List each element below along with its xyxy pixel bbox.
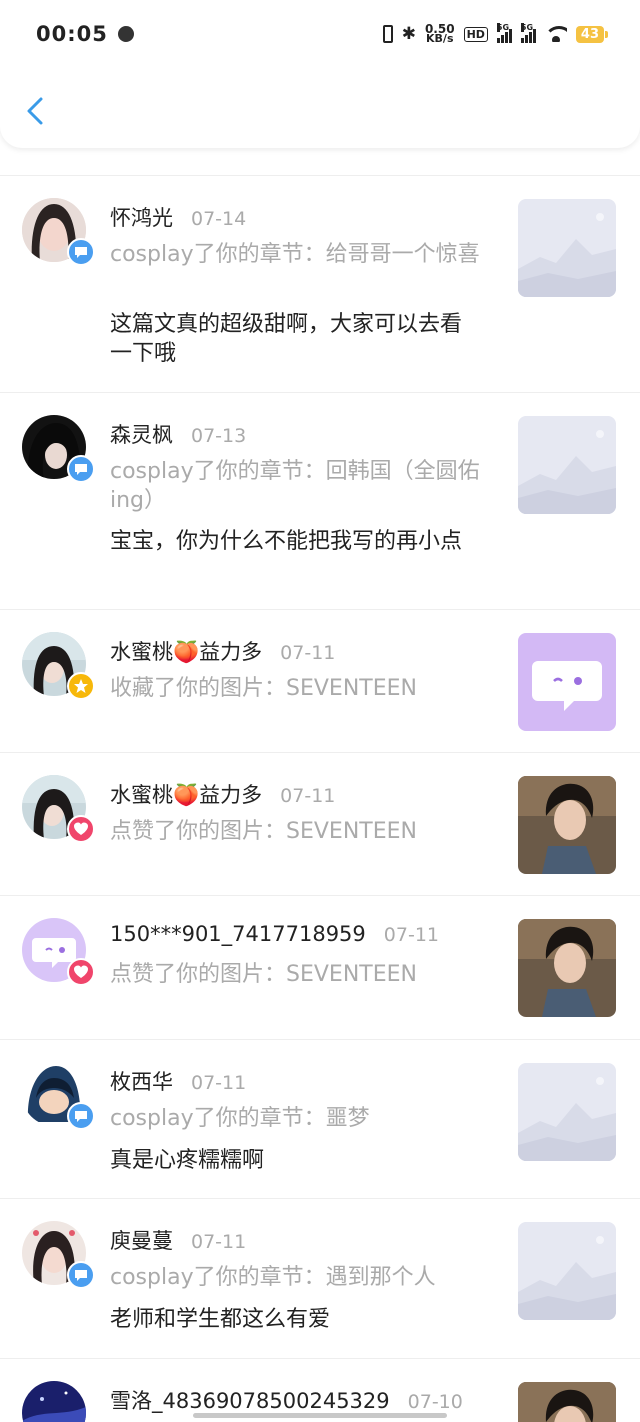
date: 07-10 — [407, 1391, 463, 1413]
home-indicator[interactable] — [193, 1413, 447, 1418]
comment-text: 宝宝，你为什么不能把我写的再小点 — [110, 529, 463, 554]
comment-icon — [67, 238, 95, 266]
user-name[interactable]: 枚西华 — [110, 1066, 173, 1096]
action-text: 点赞了你的图片：SEVENTEEN — [110, 819, 417, 844]
status-bar: 00:05 ✱ 0.50 KB/s HD 5G 5G 43 — [0, 0, 640, 68]
net-speed: 0.50 KB/s — [425, 23, 455, 45]
placeholder-image[interactable] — [518, 1222, 616, 1320]
user-name[interactable]: 雪洛_48369078500245329 — [110, 1385, 390, 1415]
list-item[interactable]: 水蜜桃🍑益力多 07-11 收藏了你的图片：SEVENTEEN — [0, 610, 640, 753]
date: 07-14 — [191, 208, 247, 230]
placeholder-image[interactable] — [518, 416, 616, 514]
signal-label: 5G — [496, 23, 510, 32]
placeholder-image[interactable] — [518, 199, 616, 297]
user-name[interactable]: 怀鸿光 — [110, 202, 173, 232]
comment-icon — [67, 455, 95, 483]
wifi-icon — [544, 26, 567, 42]
purple-chat-logo[interactable] — [518, 633, 616, 731]
star-icon — [67, 672, 95, 700]
net-speed-unit: KB/s — [426, 32, 454, 45]
comment-text: 这篇文真的超级甜啊，大家可以去看一下哦 — [110, 312, 463, 366]
battery-icon: 43 — [575, 25, 609, 43]
signal-icon: 5G — [496, 23, 512, 43]
user-name[interactable]: 庾曼蔓 — [110, 1225, 173, 1255]
list-item[interactable]: 枚西华 07-11 cosplay了你的章节：噩梦 真是心疼糯糯啊 — [0, 1040, 640, 1199]
action-text: cosplay了你的章节：噩梦 — [110, 1106, 370, 1131]
action-text: cosplay了你的章节：给哥哥一个惊喜 — [110, 242, 480, 267]
user-name[interactable]: 水蜜桃🍑益力多 — [110, 779, 262, 809]
list-item[interactable]: 150***901_7417718959 07-11 点赞了你的图片：SEVEN… — [0, 896, 640, 1040]
comment-icon — [67, 1261, 95, 1289]
list-item[interactable]: 庾曼蔓 07-11 cosplay了你的章节：遇到那个人 老师和学生都这么有爱 — [0, 1199, 640, 1359]
hd-icon: HD — [463, 26, 488, 42]
globe-icon — [117, 26, 134, 42]
heart-icon — [67, 958, 95, 986]
person-photo[interactable] — [518, 1382, 616, 1422]
comment-text: 真是心疼糯糯啊 — [110, 1148, 265, 1173]
list-item[interactable]: 怀鸿光 07-14 cosplay了你的章节：给哥哥一个惊喜 这篇文真的超级甜啊… — [0, 176, 640, 393]
heart-icon — [67, 815, 95, 843]
partial-list-item[interactable] — [0, 148, 640, 176]
action-text: 收藏了你的图片：SEVENTEEN — [110, 676, 417, 701]
date: 07-11 — [191, 1072, 247, 1094]
vibrate-icon — [382, 25, 393, 43]
user-name[interactable]: 水蜜桃🍑益力多 — [110, 636, 262, 666]
list-item[interactable]: 水蜜桃🍑益力多 07-11 点赞了你的图片：SEVENTEEN — [0, 753, 640, 896]
comment-icon — [67, 1102, 95, 1130]
avatar[interactable] — [22, 1381, 86, 1422]
list-item[interactable]: 森灵枫 07-13 cosplay了你的章节：回韩国（全圆佑ing） 宝宝，你为… — [0, 393, 640, 610]
action-text: 点赞了你的图片：SEVENTEEN — [110, 962, 417, 987]
date: 07-11 — [280, 642, 336, 664]
person-photo[interactable] — [518, 919, 616, 1017]
date: 07-13 — [191, 425, 247, 447]
date: 07-11 — [383, 924, 439, 946]
action-text: cosplay了你的章节：回韩国（全圆佑ing） — [110, 459, 480, 513]
signal-icon: 5G — [520, 23, 536, 43]
comment-text: 老师和学生都这么有爱 — [110, 1307, 331, 1332]
person-photo[interactable] — [518, 776, 616, 874]
date: 07-11 — [191, 1231, 247, 1253]
back-button[interactable] — [24, 96, 46, 126]
bluetooth-icon: ✱ — [401, 24, 416, 44]
signal-label: 5G — [520, 23, 534, 32]
date: 07-11 — [280, 785, 336, 807]
user-name[interactable]: 150***901_7417718959 — [110, 922, 366, 946]
placeholder-image[interactable] — [518, 1063, 616, 1161]
chevron-left-icon — [27, 97, 43, 125]
user-name[interactable]: 森灵枫 — [110, 419, 173, 449]
clock: 00:05 — [36, 22, 108, 46]
action-text: cosplay了你的章节：遇到那个人 — [110, 1265, 436, 1290]
